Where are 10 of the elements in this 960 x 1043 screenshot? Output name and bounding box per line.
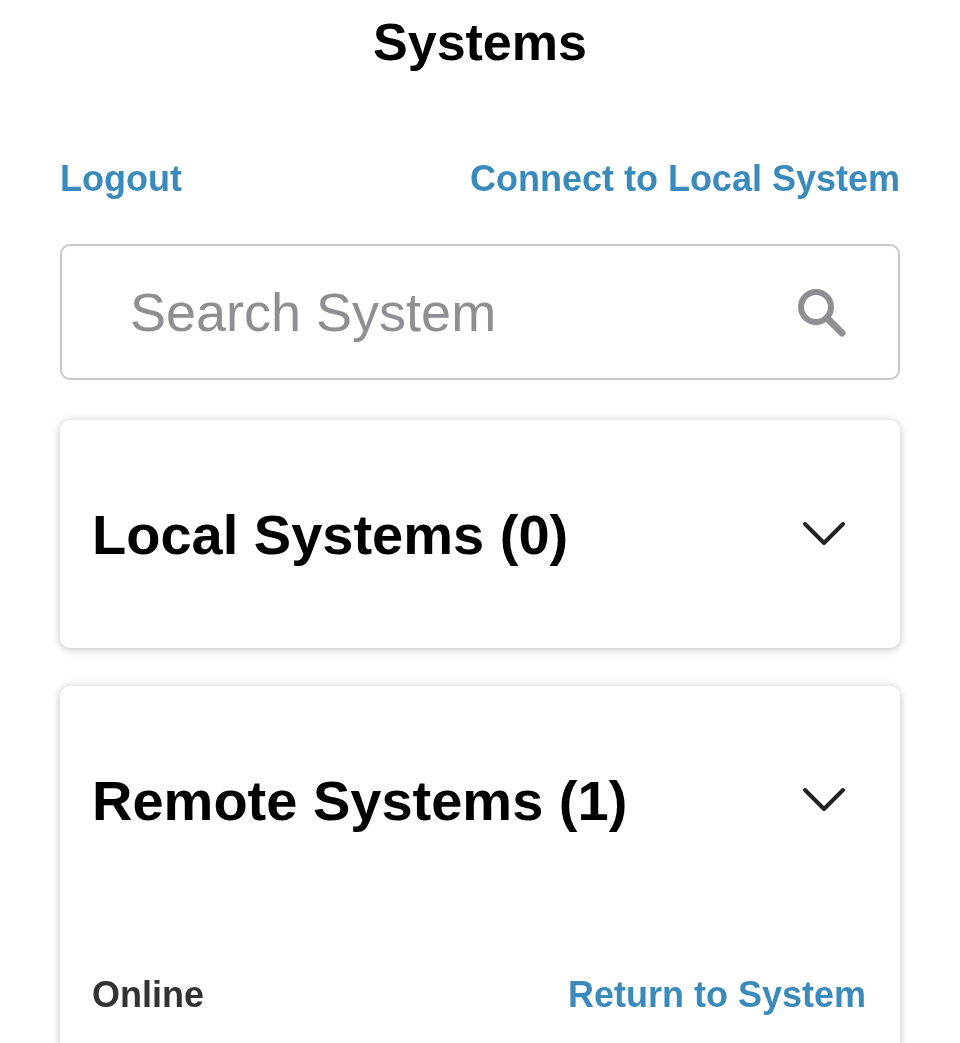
page-title: Systems [372, 12, 588, 72]
section-title: Remote Systems (1) [92, 767, 628, 833]
status-text: Online [92, 974, 204, 1016]
nav-link[interactable]: Connect to Local System [469, 158, 900, 200]
section-title: Local Systems (0) [92, 501, 569, 567]
chevron-down-icon[interactable] [802, 521, 846, 547]
chevron-down-icon[interactable] [802, 787, 846, 813]
nav-link[interactable]: Logout [60, 158, 182, 200]
return-link[interactable]: Return to System [567, 974, 866, 1016]
search-field[interactable]: Search System [60, 244, 900, 380]
